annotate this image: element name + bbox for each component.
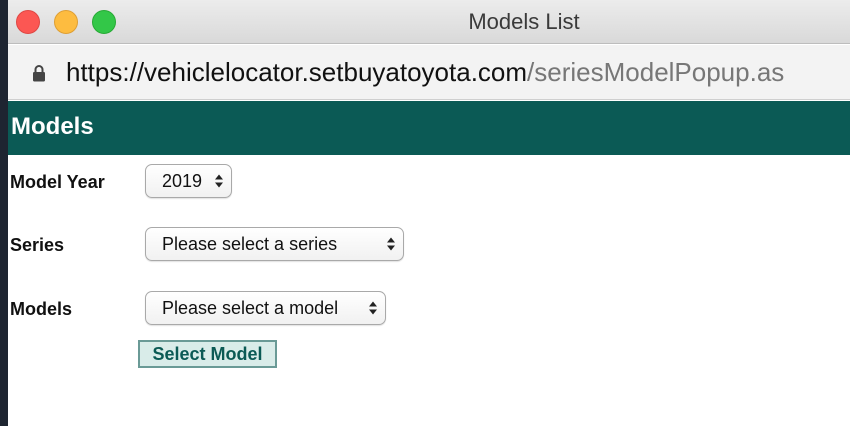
page-title: Models (11, 113, 94, 140)
title-bar: Models List (8, 0, 850, 44)
select-arrows-icon (369, 301, 377, 315)
series-select[interactable]: Please select a series (145, 227, 404, 261)
models-select[interactable]: Please select a model (145, 291, 386, 325)
select-arrows-icon (215, 174, 223, 188)
url-host: https://vehiclelocator.setbuyatoyota.com (66, 57, 528, 87)
address-bar[interactable]: https://vehiclelocator.setbuyatoyota.com… (8, 45, 850, 100)
models-label: Models (10, 299, 73, 319)
model-year-value: 2019 (162, 171, 203, 191)
window-title: Models List (468, 9, 580, 34)
series-label: Series (10, 235, 65, 255)
browser-window: Models List https://vehiclelocator.setbu… (8, 0, 850, 426)
select-arrows-icon (387, 237, 395, 251)
select-model-button[interactable]: Select Model (138, 340, 277, 368)
lock-icon (33, 65, 45, 82)
series-value: Please select a series (162, 234, 338, 254)
page-header: Models (8, 101, 850, 155)
model-year-select[interactable]: 2019 (145, 164, 232, 198)
model-year-label: Model Year (10, 172, 105, 192)
models-value: Please select a model (162, 298, 339, 318)
url-path: /seriesModelPopup.as (527, 57, 785, 87)
url-text[interactable]: https://vehiclelocator.setbuyatoyota.com… (66, 57, 784, 88)
